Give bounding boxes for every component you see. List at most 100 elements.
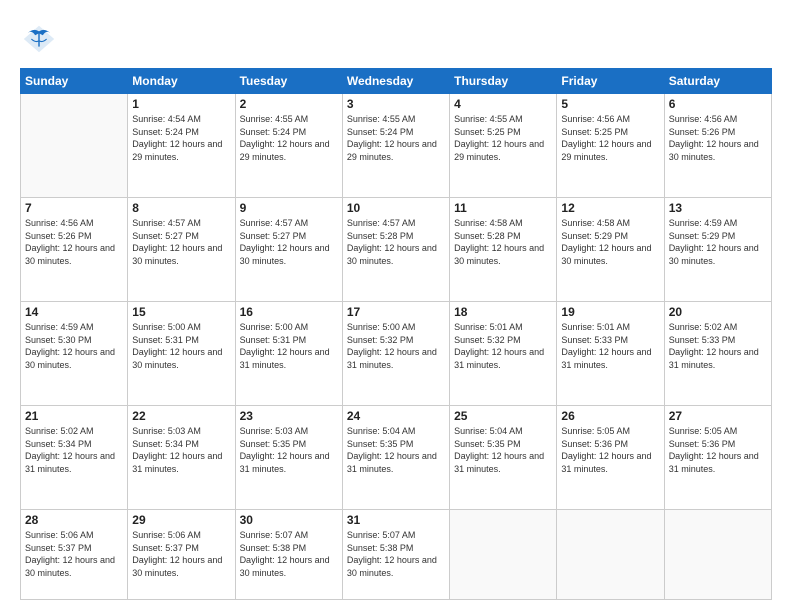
day-number: 2 <box>240 97 338 111</box>
calendar-day-cell: 18 Sunrise: 5:01 AMSunset: 5:32 PMDaylig… <box>450 302 557 406</box>
day-number: 25 <box>454 409 552 423</box>
day-number: 30 <box>240 513 338 527</box>
day-number: 4 <box>454 97 552 111</box>
day-info: Sunrise: 4:58 AMSunset: 5:29 PMDaylight:… <box>561 218 651 266</box>
day-info: Sunrise: 4:55 AMSunset: 5:24 PMDaylight:… <box>347 114 437 162</box>
calendar-week-row: 14 Sunrise: 4:59 AMSunset: 5:30 PMDaylig… <box>21 302 772 406</box>
day-info: Sunrise: 5:00 AMSunset: 5:31 PMDaylight:… <box>240 322 330 370</box>
calendar-day-cell: 29 Sunrise: 5:06 AMSunset: 5:37 PMDaylig… <box>128 510 235 600</box>
day-info: Sunrise: 4:59 AMSunset: 5:29 PMDaylight:… <box>669 218 759 266</box>
calendar-day-cell: 7 Sunrise: 4:56 AMSunset: 5:26 PMDayligh… <box>21 198 128 302</box>
calendar-week-row: 21 Sunrise: 5:02 AMSunset: 5:34 PMDaylig… <box>21 406 772 510</box>
calendar-day-cell: 16 Sunrise: 5:00 AMSunset: 5:31 PMDaylig… <box>235 302 342 406</box>
day-number: 23 <box>240 409 338 423</box>
calendar-day-cell: 17 Sunrise: 5:00 AMSunset: 5:32 PMDaylig… <box>342 302 449 406</box>
day-number: 13 <box>669 201 767 215</box>
day-info: Sunrise: 5:06 AMSunset: 5:37 PMDaylight:… <box>25 530 115 578</box>
day-info: Sunrise: 5:04 AMSunset: 5:35 PMDaylight:… <box>454 426 544 474</box>
calendar-day-cell: 15 Sunrise: 5:00 AMSunset: 5:31 PMDaylig… <box>128 302 235 406</box>
day-info: Sunrise: 5:02 AMSunset: 5:34 PMDaylight:… <box>25 426 115 474</box>
day-number: 10 <box>347 201 445 215</box>
weekday-header-saturday: Saturday <box>664 69 771 94</box>
calendar-day-cell: 28 Sunrise: 5:06 AMSunset: 5:37 PMDaylig… <box>21 510 128 600</box>
day-number: 11 <box>454 201 552 215</box>
day-number: 12 <box>561 201 659 215</box>
day-info: Sunrise: 5:02 AMSunset: 5:33 PMDaylight:… <box>669 322 759 370</box>
day-number: 22 <box>132 409 230 423</box>
calendar-day-cell: 22 Sunrise: 5:03 AMSunset: 5:34 PMDaylig… <box>128 406 235 510</box>
calendar-day-cell: 6 Sunrise: 4:56 AMSunset: 5:26 PMDayligh… <box>664 94 771 198</box>
day-number: 15 <box>132 305 230 319</box>
day-number: 27 <box>669 409 767 423</box>
calendar-day-cell: 23 Sunrise: 5:03 AMSunset: 5:35 PMDaylig… <box>235 406 342 510</box>
day-info: Sunrise: 5:07 AMSunset: 5:38 PMDaylight:… <box>347 530 437 578</box>
day-number: 21 <box>25 409 123 423</box>
calendar-day-cell <box>557 510 664 600</box>
day-number: 16 <box>240 305 338 319</box>
calendar-day-cell: 11 Sunrise: 4:58 AMSunset: 5:28 PMDaylig… <box>450 198 557 302</box>
day-number: 28 <box>25 513 123 527</box>
day-info: Sunrise: 4:56 AMSunset: 5:26 PMDaylight:… <box>669 114 759 162</box>
day-info: Sunrise: 5:03 AMSunset: 5:35 PMDaylight:… <box>240 426 330 474</box>
day-info: Sunrise: 5:06 AMSunset: 5:37 PMDaylight:… <box>132 530 222 578</box>
calendar-day-cell <box>21 94 128 198</box>
day-number: 14 <box>25 305 123 319</box>
calendar-day-cell: 25 Sunrise: 5:04 AMSunset: 5:35 PMDaylig… <box>450 406 557 510</box>
calendar-day-cell: 5 Sunrise: 4:56 AMSunset: 5:25 PMDayligh… <box>557 94 664 198</box>
day-info: Sunrise: 4:58 AMSunset: 5:28 PMDaylight:… <box>454 218 544 266</box>
calendar-table: SundayMondayTuesdayWednesdayThursdayFrid… <box>20 68 772 600</box>
calendar-day-cell: 14 Sunrise: 4:59 AMSunset: 5:30 PMDaylig… <box>21 302 128 406</box>
header <box>20 16 772 58</box>
calendar-day-cell: 20 Sunrise: 5:02 AMSunset: 5:33 PMDaylig… <box>664 302 771 406</box>
day-info: Sunrise: 4:57 AMSunset: 5:27 PMDaylight:… <box>132 218 222 266</box>
day-number: 1 <box>132 97 230 111</box>
day-number: 9 <box>240 201 338 215</box>
day-number: 7 <box>25 201 123 215</box>
day-number: 5 <box>561 97 659 111</box>
calendar-day-cell: 2 Sunrise: 4:55 AMSunset: 5:24 PMDayligh… <box>235 94 342 198</box>
weekday-header-thursday: Thursday <box>450 69 557 94</box>
page: SundayMondayTuesdayWednesdayThursdayFrid… <box>0 0 792 612</box>
calendar-day-cell: 3 Sunrise: 4:55 AMSunset: 5:24 PMDayligh… <box>342 94 449 198</box>
day-number: 18 <box>454 305 552 319</box>
calendar-day-cell: 30 Sunrise: 5:07 AMSunset: 5:38 PMDaylig… <box>235 510 342 600</box>
calendar-day-cell: 26 Sunrise: 5:05 AMSunset: 5:36 PMDaylig… <box>557 406 664 510</box>
day-info: Sunrise: 4:56 AMSunset: 5:25 PMDaylight:… <box>561 114 651 162</box>
day-info: Sunrise: 4:57 AMSunset: 5:27 PMDaylight:… <box>240 218 330 266</box>
day-number: 8 <box>132 201 230 215</box>
day-info: Sunrise: 4:54 AMSunset: 5:24 PMDaylight:… <box>132 114 222 162</box>
day-info: Sunrise: 4:55 AMSunset: 5:25 PMDaylight:… <box>454 114 544 162</box>
calendar-week-row: 1 Sunrise: 4:54 AMSunset: 5:24 PMDayligh… <box>21 94 772 198</box>
day-info: Sunrise: 5:05 AMSunset: 5:36 PMDaylight:… <box>669 426 759 474</box>
calendar-header-row: SundayMondayTuesdayWednesdayThursdayFrid… <box>21 69 772 94</box>
calendar-day-cell: 21 Sunrise: 5:02 AMSunset: 5:34 PMDaylig… <box>21 406 128 510</box>
calendar-day-cell <box>664 510 771 600</box>
weekday-header-sunday: Sunday <box>21 69 128 94</box>
day-info: Sunrise: 5:00 AMSunset: 5:32 PMDaylight:… <box>347 322 437 370</box>
day-info: Sunrise: 5:03 AMSunset: 5:34 PMDaylight:… <box>132 426 222 474</box>
day-number: 19 <box>561 305 659 319</box>
day-info: Sunrise: 5:01 AMSunset: 5:33 PMDaylight:… <box>561 322 651 370</box>
calendar-day-cell: 1 Sunrise: 4:54 AMSunset: 5:24 PMDayligh… <box>128 94 235 198</box>
weekday-header-monday: Monday <box>128 69 235 94</box>
calendar-day-cell: 9 Sunrise: 4:57 AMSunset: 5:27 PMDayligh… <box>235 198 342 302</box>
calendar-day-cell: 27 Sunrise: 5:05 AMSunset: 5:36 PMDaylig… <box>664 406 771 510</box>
weekday-header-tuesday: Tuesday <box>235 69 342 94</box>
weekday-header-friday: Friday <box>557 69 664 94</box>
day-number: 24 <box>347 409 445 423</box>
day-info: Sunrise: 5:05 AMSunset: 5:36 PMDaylight:… <box>561 426 651 474</box>
weekday-header-wednesday: Wednesday <box>342 69 449 94</box>
day-info: Sunrise: 4:55 AMSunset: 5:24 PMDaylight:… <box>240 114 330 162</box>
calendar-day-cell: 24 Sunrise: 5:04 AMSunset: 5:35 PMDaylig… <box>342 406 449 510</box>
day-number: 6 <box>669 97 767 111</box>
calendar-day-cell: 8 Sunrise: 4:57 AMSunset: 5:27 PMDayligh… <box>128 198 235 302</box>
calendar-day-cell: 31 Sunrise: 5:07 AMSunset: 5:38 PMDaylig… <box>342 510 449 600</box>
day-info: Sunrise: 4:57 AMSunset: 5:28 PMDaylight:… <box>347 218 437 266</box>
day-info: Sunrise: 5:01 AMSunset: 5:32 PMDaylight:… <box>454 322 544 370</box>
day-number: 17 <box>347 305 445 319</box>
day-info: Sunrise: 5:04 AMSunset: 5:35 PMDaylight:… <box>347 426 437 474</box>
calendar-day-cell: 4 Sunrise: 4:55 AMSunset: 5:25 PMDayligh… <box>450 94 557 198</box>
calendar-day-cell: 19 Sunrise: 5:01 AMSunset: 5:33 PMDaylig… <box>557 302 664 406</box>
calendar-day-cell: 13 Sunrise: 4:59 AMSunset: 5:29 PMDaylig… <box>664 198 771 302</box>
day-info: Sunrise: 4:56 AMSunset: 5:26 PMDaylight:… <box>25 218 115 266</box>
